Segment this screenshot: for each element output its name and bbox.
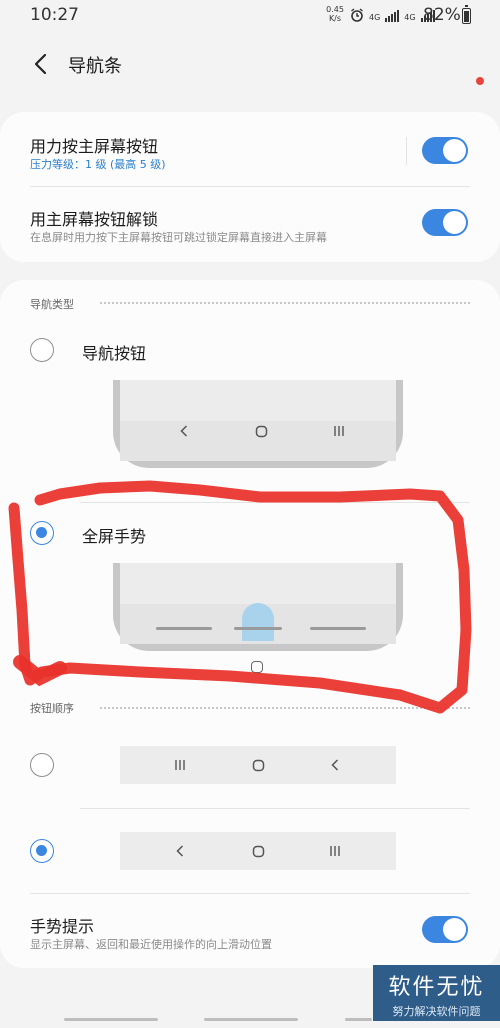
back-arrow-icon: [34, 53, 47, 75]
recents-icon: [329, 421, 349, 441]
gesture-hint-subtitle: 显示主屏幕、返回和最近使用操作的向上滑动位置: [30, 938, 272, 951]
gesture-bar-left: [156, 627, 212, 630]
gesture-bar-center: [234, 627, 282, 630]
toggle-knob: [443, 211, 466, 234]
preview-nav-buttons: [113, 380, 403, 468]
unlock-home-subtitle: 在息屏时用力按下主屏幕按钮可跳过锁定屏幕直接进入主屏幕: [30, 231, 327, 244]
section-label-button-order: 按钮顺序: [30, 702, 74, 715]
gesture-bar-right: [310, 627, 366, 630]
status-time: 10:27: [30, 5, 79, 25]
divider: [30, 893, 470, 894]
battery-icon: [462, 5, 471, 24]
section-dots: [100, 707, 470, 709]
radio-order-back-first[interactable]: [30, 839, 54, 863]
press-home-title: 用力按主屏幕按钮: [30, 137, 159, 156]
gesture-hint-toggle[interactable]: [422, 916, 468, 943]
battery-percent: 82%: [423, 5, 461, 25]
notification-dot: [476, 77, 484, 85]
row-divider-vertical: [406, 137, 407, 165]
divider: [80, 502, 470, 503]
status-bar: 10:27 0.45 K/s 4G 4G 82%: [0, 0, 500, 32]
home-icon: [248, 755, 268, 775]
radio-nav-buttons[interactable]: [30, 338, 54, 362]
home-icon: [251, 421, 271, 441]
home-icon-peek: [251, 661, 263, 673]
unlock-home-toggle[interactable]: [422, 209, 468, 236]
gesture-hint-title: 手势提示: [30, 917, 95, 936]
back-icon: [325, 755, 345, 775]
toggle-knob: [443, 918, 466, 941]
preview-gestures: [113, 563, 403, 651]
page-title: 导航条: [68, 56, 122, 77]
order-preview-recents-first[interactable]: [120, 746, 396, 784]
back-icon: [170, 841, 190, 861]
recents-icon: [170, 755, 190, 775]
divider: [80, 808, 470, 809]
system-gesture-bar: [0, 1014, 500, 1028]
watermark-logo: 软件无忧 努力解决软件问题: [373, 965, 500, 1021]
toggle-knob: [443, 139, 466, 162]
order-preview-back-first[interactable]: [120, 832, 396, 870]
unlock-home-title: 用主屏幕按钮解锁: [30, 210, 159, 229]
option-full-screen-gestures[interactable]: 全屏手势: [82, 523, 146, 547]
section-label-nav-type: 导航类型: [30, 298, 74, 311]
radio-full-screen-gestures[interactable]: [30, 521, 54, 545]
back-button[interactable]: [24, 48, 56, 80]
status-icons: 4G 4G: [350, 8, 435, 22]
signal-icon: [385, 10, 400, 22]
press-home-toggle[interactable]: [422, 137, 468, 164]
option-nav-buttons[interactable]: 导航按钮: [82, 340, 146, 364]
network-speed: 0.45 K/s: [326, 5, 344, 23]
gesture-indicator-center: [204, 1018, 298, 1021]
divider: [30, 186, 470, 187]
press-home-subtitle: 压力等级：1 级 (最高 5 级): [30, 158, 166, 171]
alarm-icon: [351, 8, 363, 22]
gesture-indicator-right: [345, 1018, 372, 1021]
section-dots: [100, 302, 470, 304]
radio-order-recents-first[interactable]: [30, 753, 54, 777]
network-type-1: 4G: [369, 13, 381, 22]
network-type-2: 4G: [404, 13, 416, 22]
home-icon: [248, 841, 268, 861]
recents-icon: [325, 841, 345, 861]
battery-level: [464, 10, 469, 22]
gesture-indicator-left: [64, 1018, 158, 1021]
back-icon: [174, 421, 194, 441]
gesture-hint-highlight: [242, 603, 274, 641]
